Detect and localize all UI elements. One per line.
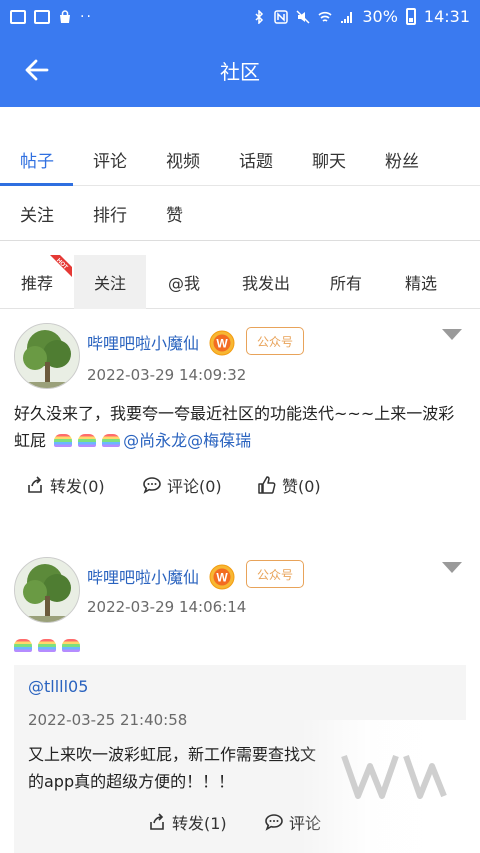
gallery-icon [34,9,50,24]
signal-icon [341,11,353,23]
watermark-logo-icon [341,755,447,799]
rainbow-emoji-icon [38,639,56,652]
post-content: 好久没来了，我要夸一夸最近社区的功能迭代~~~上来一波彩虹屁 @尚永龙@梅葆瑞 [14,400,470,454]
tree-avatar-image [15,324,79,388]
rainbow-emoji-icon [54,434,73,447]
filter-all[interactable]: 所有 [310,255,382,309]
filter-mentions[interactable]: @我 [148,255,220,309]
repost-label: 转发(1) [172,814,227,833]
repost-label: 转发(0) [50,477,105,496]
tab-chat[interactable]: 聊天 [312,147,346,172]
more-notifications-icon: ·· [80,8,93,25]
app-bar: 社区 [0,33,480,107]
tab-following[interactable]: 关注 [20,201,54,226]
back-arrow-icon [25,59,49,81]
tab-comments[interactable]: 评论 [93,147,127,172]
quoted-time: 2022-03-25 21:40:58 [28,711,188,729]
active-tab-indicator [0,183,73,186]
comment-button[interactable]: 评论(0) [143,473,222,497]
tab-likes[interactable]: 赞 [166,201,183,226]
nfc-icon [274,9,289,24]
wifi-icon [318,11,332,22]
clock: 14:31 [423,7,470,26]
shopping-bag-icon [60,9,70,23]
filter-following[interactable]: 关注 [74,255,146,309]
quoted-username[interactable]: @tllll05 [28,677,88,696]
bluetooth-icon [255,9,264,24]
rainbow-emoji-icon [78,434,97,447]
badge-letter: W [216,337,228,351]
back-button[interactable] [18,53,56,87]
comment-icon [265,814,283,831]
avatar[interactable] [14,557,80,623]
username[interactable]: 哔哩吧啦小魔仙 [87,564,199,588]
like-label: 赞(0) [282,477,321,496]
official-account-tag: 公众号 [246,560,304,588]
more-options-caret-icon[interactable] [442,329,462,340]
page-title: 社区 [220,59,260,84]
post-time: 2022-03-29 14:09:32 [87,366,247,384]
filter-sent[interactable]: 我发出 [228,255,304,309]
rainbow-emoji-icon [62,639,80,652]
comment-icon [143,477,161,494]
tab-fans[interactable]: 粉丝 [385,147,419,172]
post-time: 2022-03-29 14:06:14 [87,598,247,616]
thumbs-up-icon [258,476,276,494]
more-options-caret-icon[interactable] [442,562,462,573]
repost-button[interactable]: 转发(0) [26,473,105,497]
rainbow-emoji-icon [102,434,121,447]
avatar[interactable] [14,323,80,389]
tree-avatar-image [15,558,79,622]
share-icon [150,813,164,830]
tab-topics[interactable]: 话题 [239,147,273,172]
battery-percent: 30% [362,7,398,26]
tab-videos[interactable]: 视频 [166,147,200,172]
repost-button[interactable]: 转发(1) [148,810,227,834]
badge-letter: W [216,571,228,585]
image-icon [10,9,26,24]
main-tabs: 帖子 评论 视频 话题 聊天 粉丝 关注 排行 赞 [0,107,480,241]
battery-icon [405,8,416,25]
status-bar: ·· 30% 14:31 [0,0,480,33]
username[interactable]: 哔哩吧啦小魔仙 [87,330,199,354]
hot-badge-icon: HOT [50,255,72,277]
post-content [14,632,470,659]
tab-ranking[interactable]: 排行 [93,201,127,226]
verified-w-badge-icon: W [209,330,235,356]
post-mentions[interactable]: @尚永龙@梅葆瑞 [123,431,251,450]
official-account-tag: 公众号 [246,327,304,355]
post-card: 哔哩吧啦小魔仙 W 公众号 2022-03-29 14:09:32 好久没来了，… [0,309,480,545]
filter-featured[interactable]: 精选 [384,255,458,309]
filter-tabs: 推荐 HOT 关注 @我 我发出 所有 精选 [0,241,480,309]
rainbow-emoji-icon [14,639,32,652]
like-button[interactable]: 赞(0) [258,473,321,497]
share-icon [28,476,42,493]
mute-icon [296,9,310,24]
comment-label: 评论(0) [167,477,222,496]
tab-posts[interactable]: 帖子 [20,147,54,172]
verified-w-badge-icon: W [209,564,235,590]
